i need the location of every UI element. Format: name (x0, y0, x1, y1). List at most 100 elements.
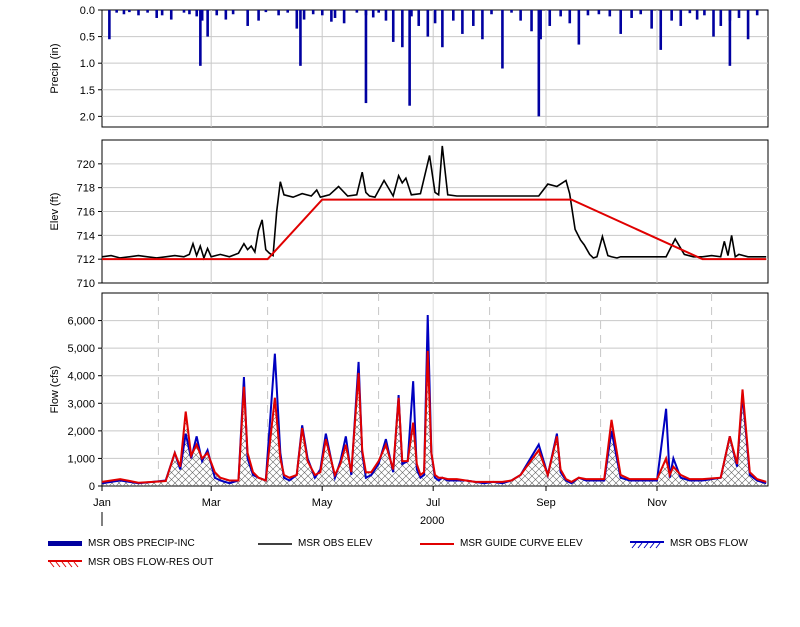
y-axis-label-elev: Elev (ft) (49, 193, 61, 231)
precip-bar (659, 10, 663, 50)
precip-bar (299, 10, 302, 66)
precip-bar (755, 10, 759, 16)
precip-bar (510, 10, 513, 13)
legend-swatch-precip (48, 540, 82, 546)
y-tick-label-precip: 1.5 (80, 85, 95, 97)
y-tick-label-precip: 0.0 (80, 5, 95, 17)
precip-bar (246, 10, 249, 26)
legend-swatch-res-out (48, 559, 82, 567)
legend-swatch-guide-curve (420, 542, 454, 545)
y-tick-label-elev: 712 (77, 254, 95, 266)
precip-bar (342, 10, 346, 24)
precip-bar (461, 10, 464, 34)
precip-bar (408, 10, 411, 106)
precip-bar (537, 10, 541, 117)
precip-bar (257, 10, 260, 21)
precip-bar (728, 10, 732, 66)
precip-bar (650, 10, 653, 29)
precip-bar (559, 10, 562, 17)
precip-bar (330, 10, 333, 22)
y-tick-label-precip: 1.0 (80, 58, 95, 70)
precip-bar (426, 10, 430, 37)
legend-item-precip: MSR OBS PRECIP-INC (48, 538, 195, 549)
precip-bar (639, 10, 643, 15)
precip-bar (277, 10, 280, 16)
precip-bar (548, 10, 552, 26)
precip-bar (128, 10, 131, 13)
precip-bar (182, 10, 186, 13)
precip-bar (169, 10, 173, 20)
x-tick-label: Sep (536, 497, 556, 509)
precip-bar (122, 10, 126, 15)
precip-bar (401, 10, 404, 48)
y-tick-label-elev: 710 (77, 278, 95, 290)
precip-bar (472, 10, 475, 26)
precip-bar (737, 10, 741, 18)
precip-bar (199, 10, 202, 66)
legend-item-guide-curve: MSR GUIDE CURVE ELEV (420, 538, 583, 549)
precip-bar (231, 10, 235, 15)
precip-bar (597, 10, 601, 15)
precip-bar (115, 10, 118, 13)
precip-bar (333, 10, 337, 18)
x-tick-label: Jul (426, 497, 440, 509)
legend-item-res-out: MSR OBS FLOW-RES OUT (48, 557, 213, 568)
x-tick-label: May (312, 497, 333, 509)
legend-label-obs-flow: MSR OBS FLOW (670, 538, 748, 549)
precip-bar (490, 10, 493, 15)
precip-bar (108, 10, 111, 40)
precip-bar (195, 10, 199, 17)
x-tick-label: Mar (202, 497, 221, 509)
precip-bar (206, 10, 209, 37)
precip-bar (364, 10, 368, 104)
legend: MSR OBS PRECIP-INC MSR OBS ELEV MSR GUID… (0, 534, 800, 574)
precip-bar (264, 10, 268, 13)
y-tick-label-elev: 718 (77, 183, 95, 195)
y-tick-label-flow: 0 (89, 481, 95, 493)
precip-bar (530, 10, 533, 32)
legend-label-precip: MSR OBS PRECIP-INC (88, 538, 195, 549)
precip-bar (695, 10, 699, 20)
precip-bar (391, 10, 395, 42)
y-axis-label-precip: Precip (in) (49, 43, 61, 93)
y-tick-label-flow: 3,000 (67, 398, 95, 410)
precip-bar (441, 10, 444, 48)
precip-bar (670, 10, 673, 21)
precip-bar (286, 10, 290, 13)
precip-bar (302, 10, 306, 20)
precip-bar (619, 10, 623, 34)
plot-frame-precip (101, 9, 769, 128)
precip-bar (719, 10, 723, 26)
y-tick-label-flow: 2,000 (67, 426, 95, 438)
precip-bar (630, 10, 633, 18)
y-tick-label-flow: 4,000 (67, 371, 95, 383)
precip-bar (384, 10, 388, 21)
precip-bar (155, 10, 158, 18)
legend-swatch-elev (258, 542, 292, 545)
precip-bar (417, 10, 421, 26)
precip-bar (577, 10, 581, 45)
precip-bar (355, 10, 359, 13)
x-axis-year-label: 2000 (420, 515, 444, 527)
y-tick-label-elev: 720 (77, 159, 95, 171)
precip-bar (703, 10, 706, 16)
precip-bar (224, 10, 228, 20)
legend-label-res-out: MSR OBS FLOW-RES OUT (88, 557, 214, 568)
y-tick-label-flow: 6,000 (67, 316, 95, 328)
y-tick-label-elev: 716 (77, 207, 95, 219)
precip-bar (746, 10, 750, 40)
precip-bar (481, 10, 484, 40)
precip-bar (688, 10, 692, 14)
y-tick-label-precip: 2.0 (80, 111, 95, 123)
precip-bar (679, 10, 683, 26)
precip-bar (433, 10, 437, 24)
y-tick-label-elev: 714 (77, 230, 95, 242)
x-tick-label: Nov (647, 497, 667, 509)
precip-bar (519, 10, 522, 21)
legend-swatch-obs-flow (630, 540, 664, 548)
precip-bar (320, 10, 324, 16)
legend-item-obs-flow: MSR OBS FLOW (630, 538, 748, 549)
precip-bar (137, 10, 140, 16)
y-axis-label-flow: Flow (cfs) (49, 366, 61, 414)
precip-bar (501, 10, 504, 69)
